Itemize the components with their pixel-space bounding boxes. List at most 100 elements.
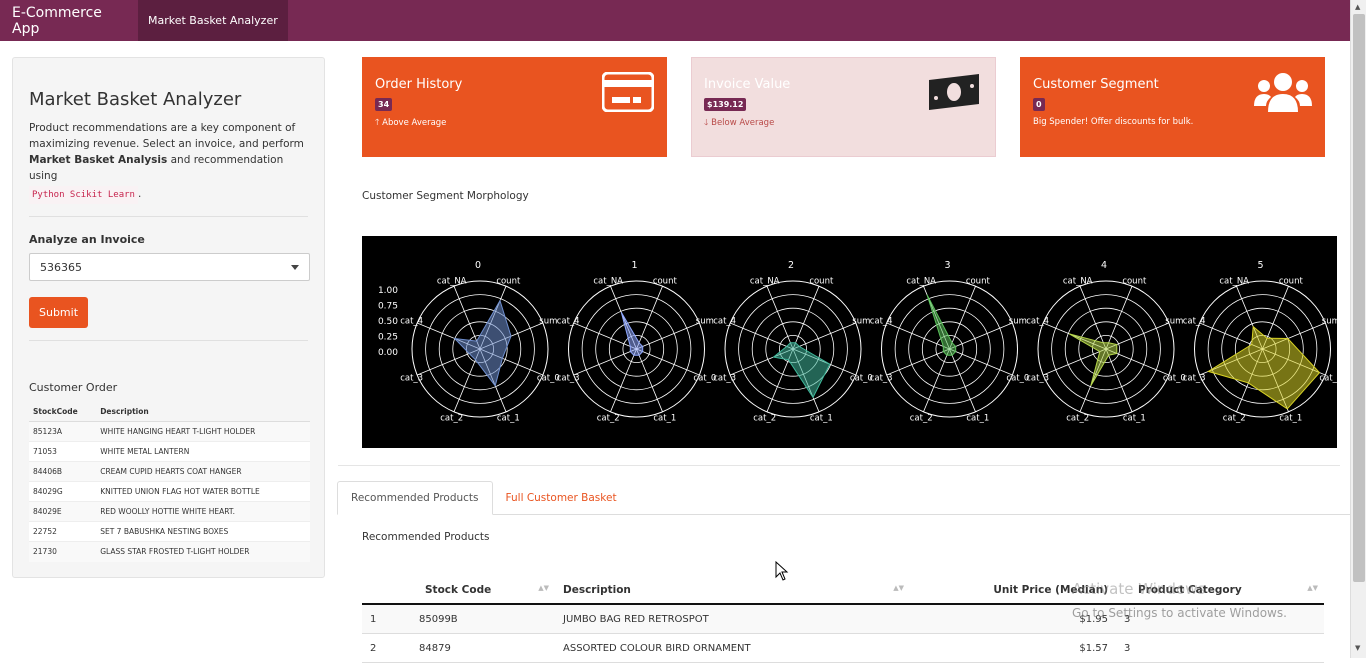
divider bbox=[338, 465, 1340, 466]
radar-axis-label: cat_0 bbox=[1319, 373, 1337, 383]
radar-axis-label: cat_NA bbox=[906, 277, 936, 287]
tab-full-customer-basket[interactable]: Full Customer Basket bbox=[493, 481, 630, 515]
radar-axis-label: cat_3 bbox=[557, 373, 580, 383]
radar-series-area bbox=[620, 311, 644, 356]
radar-panel-title: 1 bbox=[631, 260, 637, 271]
segment-badge: 0 bbox=[1033, 98, 1045, 111]
row-index: 1 bbox=[370, 613, 377, 625]
radar-axis-label: sum bbox=[1009, 317, 1027, 327]
invoice-label: Analyze an Invoice bbox=[29, 233, 145, 246]
radar-panel-title: 4 bbox=[1101, 260, 1107, 271]
radar-axis-label: cat_1 bbox=[810, 413, 833, 423]
radar-axis-label: cat_NA bbox=[437, 277, 467, 287]
app-brand[interactable]: E-Commerce App bbox=[0, 0, 138, 41]
table-row: 71053 WHITE METAL LANTERN bbox=[29, 441, 310, 462]
tab-recommended-products[interactable]: Recommended Products bbox=[337, 481, 493, 515]
description-cell: SET 7 BABUSHKA NESTING BOXES bbox=[96, 521, 310, 542]
nav-tab-market-basket[interactable]: Market Basket Analyzer bbox=[138, 0, 288, 41]
sort-icon: ▲▼ bbox=[538, 583, 549, 592]
submit-button[interactable]: Submit bbox=[29, 297, 89, 328]
radar-axis-label: cat_3 bbox=[1026, 373, 1049, 383]
stockcode-cell: 85123A bbox=[29, 421, 97, 442]
radar-panel-1: countsumcat_0cat_1cat_2cat_3cat_4cat_NA1 bbox=[557, 260, 717, 423]
stockcode-cell: 84406B bbox=[29, 461, 97, 482]
sort-icon: ▲▼ bbox=[893, 583, 904, 592]
customer-order-table: StockCode Description 85123A WHITE HANGIN… bbox=[29, 402, 310, 562]
radar-panel-title: 5 bbox=[1257, 260, 1263, 271]
stockcode-cell: 84029G bbox=[29, 481, 97, 502]
description-cell: JUMBO BAG RED RETROSPOT bbox=[563, 613, 709, 625]
unit-price-cell: $1.57 bbox=[1079, 642, 1108, 654]
card-subtitle: 🡑 Above Average bbox=[375, 118, 447, 128]
radar-axis-label: cat_3 bbox=[870, 373, 893, 383]
invoice-value-badge: $139.12 bbox=[704, 98, 747, 111]
activation-watermark-text: Go to Settings to activate Windows. bbox=[1072, 606, 1287, 620]
radial-tick-label: 0.25 bbox=[378, 333, 398, 343]
radar-panel-title: 3 bbox=[944, 260, 950, 271]
top-navbar: E-Commerce App Market Basket Analyzer bbox=[0, 0, 1350, 41]
radar-axis-label: cat_2 bbox=[1223, 413, 1246, 423]
radar-axis-label: cat_4 bbox=[713, 317, 736, 327]
table-row: 2 84879 ASSORTED COLOUR BIRD ORNAMENT $1.57… bbox=[362, 634, 1324, 663]
row-index: 2 bbox=[370, 642, 377, 654]
result-tabs: Recommended Products Full Customer Baske… bbox=[337, 481, 1350, 515]
radar-axis-label: cat_4 bbox=[400, 317, 423, 327]
radar-axis-label: count bbox=[966, 277, 991, 287]
chevron-down-icon bbox=[291, 264, 299, 270]
activation-watermark-title: Activate Windows bbox=[1072, 580, 1206, 598]
radar-axis-label: count bbox=[1279, 277, 1304, 287]
order-count-badge: 34 bbox=[375, 98, 393, 111]
radar-axis-label: cat_2 bbox=[440, 413, 463, 423]
radar-axis-label: cat_1 bbox=[497, 413, 520, 423]
col-stock-code[interactable]: Stock Code ▲▼ bbox=[362, 584, 555, 596]
invoice-select[interactable]: 536365 bbox=[29, 253, 310, 281]
stock-code-cell: 85099B bbox=[419, 613, 458, 625]
table-row: 21730 GLASS STAR FROSTED T-LIGHT HOLDER bbox=[29, 541, 310, 562]
radar-axis-label: cat_NA bbox=[1063, 277, 1093, 287]
description-cell: CREAM CUPID HEARTS COAT HANGER bbox=[96, 461, 310, 482]
vertical-scrollbar[interactable]: ▲ ▼ bbox=[1350, 0, 1366, 658]
table-row: 22752 SET 7 BABUSHKA NESTING BOXES bbox=[29, 521, 310, 542]
radar-axis-label: cat_1 bbox=[1123, 413, 1146, 423]
scroll-up-arrow-icon[interactable]: ▲ bbox=[1355, 3, 1360, 11]
sidebar-panel: Market Basket Analyzer Product recommend… bbox=[12, 57, 325, 578]
desc-bold: Market Basket Analysis bbox=[29, 154, 168, 166]
recommended-title: Recommended Products bbox=[362, 531, 490, 543]
description-cell: WHITE HANGING HEART T-LIGHT HOLDER bbox=[96, 421, 310, 442]
table-row: 85123A WHITE HANGING HEART T-LIGHT HOLDER bbox=[29, 421, 310, 442]
stockcode-cell: 84029E bbox=[29, 501, 97, 522]
description-cell: RED WOOLLY HOTTIE WHITE HEART. bbox=[96, 501, 310, 522]
scrollbar-thumb[interactable] bbox=[1353, 14, 1365, 582]
morphology-title: Customer Segment Morphology bbox=[362, 190, 529, 202]
table-row: 84029E RED WOOLLY HOTTIE WHITE HEART. bbox=[29, 501, 310, 522]
description-cell: KNITTED UNION FLAG HOT WATER BOTTLE bbox=[96, 481, 310, 502]
desc-suffix: . bbox=[137, 188, 142, 200]
radar-axis-label: cat_4 bbox=[1026, 317, 1049, 327]
radar-panel-title: 0 bbox=[475, 260, 481, 271]
radar-axis-label: sum bbox=[696, 317, 714, 327]
code-snippet: Python Scikit Learn bbox=[29, 186, 138, 204]
invoice-value-card: Invoice Value $139.12 🡓 Below Average bbox=[691, 57, 996, 157]
radar-axis-label: cat_4 bbox=[870, 317, 893, 327]
description-cell: ASSORTED COLOUR BIRD ORNAMENT bbox=[563, 642, 751, 654]
radar-axis-label: cat_4 bbox=[1183, 317, 1206, 327]
scroll-down-arrow-icon[interactable]: ▼ bbox=[1355, 644, 1360, 652]
order-history-card: Order History 34 🡑 Above Average bbox=[362, 57, 667, 157]
col-stockcode: StockCode bbox=[29, 402, 97, 422]
radar-axis-label: sum bbox=[1322, 317, 1337, 327]
table-row: 84406B CREAM CUPID HEARTS COAT HANGER bbox=[29, 461, 310, 482]
credit-card-icon bbox=[601, 71, 655, 116]
radar-panel-4: countsumcat_0cat_1cat_2cat_3cat_4cat_NA4 bbox=[1026, 260, 1186, 423]
radar-axis-label: cat_1 bbox=[1279, 413, 1302, 423]
customer-order-title: Customer Order bbox=[29, 381, 118, 394]
card-subtitle: 🡓 Below Average bbox=[704, 118, 775, 128]
radar-axis-label: cat_3 bbox=[1183, 373, 1206, 383]
col-description[interactable]: Description ▲▼ bbox=[555, 584, 910, 596]
radar-chart-area: 1.00 0.75 0.50 0.25 0.00 count sum cat_0 cat_1 ca… bbox=[362, 236, 1342, 448]
money-bill-icon bbox=[925, 72, 983, 116]
radar-axis-label: cat_2 bbox=[753, 413, 776, 423]
desc-text-1: Product recommendations are a key compon… bbox=[29, 122, 304, 150]
radar-axis-label: cat_NA bbox=[1219, 277, 1249, 287]
radar-axis-label: sum bbox=[852, 317, 870, 327]
radar-axis-label: sum bbox=[539, 317, 557, 327]
